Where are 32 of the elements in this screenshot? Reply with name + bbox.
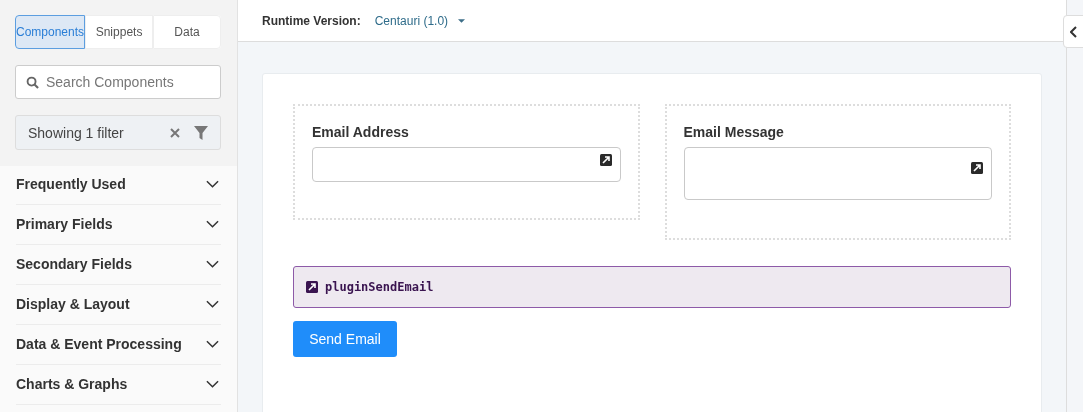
tab[interactable]: Data	[153, 15, 221, 49]
expand-icon	[971, 162, 983, 174]
close-icon	[170, 127, 180, 138]
expand-icon	[599, 154, 612, 166]
chevron-left-icon	[1070, 25, 1077, 38]
section-label: Charts & Graphs	[16, 376, 128, 392]
funnel-icon	[194, 125, 208, 140]
section-header[interactable]: Data & Event Processing	[16, 324, 221, 365]
section-header[interactable]: Display & Layout	[16, 284, 221, 325]
field-label: Email Address	[312, 124, 410, 140]
section-label: Frequently Used	[16, 176, 126, 192]
collapse-button[interactable]	[1063, 15, 1083, 48]
search-field[interactable]: Search Components	[15, 65, 221, 99]
clear-filter-button[interactable]	[170, 127, 180, 138]
section-label: Data & Event Processing	[16, 336, 182, 352]
runtime-label: Runtime Version:	[262, 13, 361, 28]
field-label: Email Message	[683, 124, 785, 140]
section-label: Secondary Fields	[16, 256, 132, 272]
section-header[interactable]: Secondary Fields	[16, 244, 221, 285]
section-header[interactable]: Charts & Graphs	[16, 364, 221, 405]
filter-label: Showing 1 filter	[28, 124, 125, 141]
plugin-name: pluginSendEmail	[325, 280, 434, 294]
section-label: Display & Layout	[16, 296, 130, 312]
section-header[interactable]: Frequently Used	[16, 164, 221, 205]
section-label: Primary Fields	[16, 216, 113, 232]
section-header[interactable]: Primary Fields	[16, 204, 221, 245]
tab[interactable]: Snippets	[85, 15, 154, 49]
filter-button[interactable]	[194, 125, 208, 140]
expand-icon	[306, 281, 318, 293]
input-field[interactable]	[312, 147, 621, 182]
version-dropdown[interactable]: Centauri (1.0)	[374, 13, 466, 28]
caret-icon	[458, 18, 466, 23]
